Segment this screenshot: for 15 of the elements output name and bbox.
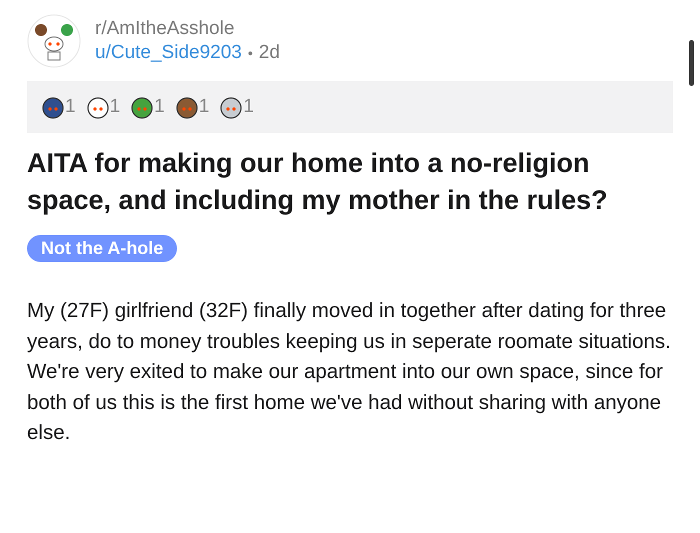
separator-dot: •	[248, 45, 253, 61]
post-title: AITA for making our home into a no-religion space, and including my mother in the rules?	[27, 147, 609, 217]
awards-bar[interactable]: 1 1 1 1 1	[27, 81, 673, 133]
subreddit-name[interactable]: r/AmItheAsshole	[95, 18, 280, 40]
scrollbar	[689, 40, 694, 86]
post-body: My (27F) girlfriend (32F) finally moved in together after dating for three years, do to money troubles keeping us in seperate roomate situations. We're very exited to make our apartment into our own space, since for both of us this is the first home we've had without sharing with anyone else.	[27, 298, 672, 446]
award-count: 1	[154, 96, 165, 118]
post-age: 2d	[258, 42, 280, 64]
flair-tag[interactable]: Not the A-hole	[27, 235, 178, 262]
award-count: 1	[110, 96, 120, 118]
award-count: 1	[243, 96, 254, 118]
username-link[interactable]: u/Cute_Side9203	[95, 42, 242, 64]
subreddit-avatar-icon[interactable]	[27, 14, 81, 68]
award-count: 1	[198, 96, 210, 118]
award-count: 1	[65, 96, 76, 118]
